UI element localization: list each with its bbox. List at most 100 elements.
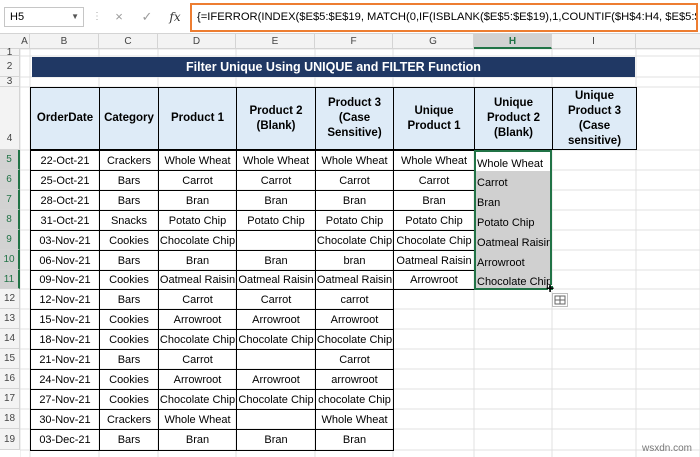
enter-icon[interactable]: ✓ xyxy=(138,7,156,27)
table-cell-p2[interactable]: Potato Chip xyxy=(236,210,316,231)
table-cell-p1[interactable]: Carrot xyxy=(158,349,237,370)
table-cell-p3[interactable]: chocolate Chip xyxy=(315,389,394,410)
table-cell-date[interactable]: 27-Nov-21 xyxy=(30,389,100,410)
table-cell-p2[interactable] xyxy=(236,230,316,251)
column-header-D[interactable]: D xyxy=(158,34,236,49)
row-header-19[interactable]: 19 xyxy=(0,429,20,450)
table-cell-u1[interactable]: Chocolate Chip xyxy=(393,230,475,251)
column-header-B[interactable]: B xyxy=(30,34,99,49)
table-cell-p3[interactable]: Carrot xyxy=(315,170,394,191)
fx-icon[interactable]: fx xyxy=(166,7,184,27)
table-cell-date[interactable]: 03-Nov-21 xyxy=(30,230,100,251)
row-header-12[interactable]: 12 xyxy=(0,289,20,309)
table-cell-p1[interactable]: Chocolate Chip xyxy=(158,389,237,410)
table-cell-date[interactable]: 03-Dec-21 xyxy=(30,429,100,451)
table-cell-p2[interactable]: Whole Wheat xyxy=(236,150,316,171)
table-cell-date[interactable]: 09-Nov-21 xyxy=(30,270,100,290)
row-header-3[interactable]: 3 xyxy=(0,77,20,87)
table-cell-p2[interactable] xyxy=(236,409,316,430)
row-header-10[interactable]: 10 xyxy=(0,250,20,270)
row-header-16[interactable]: 16 xyxy=(0,369,20,389)
row-header-17[interactable]: 17 xyxy=(0,389,20,409)
table-cell-cat[interactable]: Cookies xyxy=(99,230,159,251)
table-cell-p2[interactable]: Arrowroot xyxy=(236,369,316,390)
table-cell-p1[interactable]: Chocolate Chip xyxy=(158,329,237,350)
table-cell-cat[interactable]: Cookies xyxy=(99,309,159,330)
unique-product2-cell[interactable]: Bran xyxy=(475,191,552,211)
table-cell-date[interactable]: 15-Nov-21 xyxy=(30,309,100,330)
column-header-E[interactable]: E xyxy=(236,34,315,49)
table-cell-p2[interactable]: Oatmeal Raisin xyxy=(236,270,316,290)
table-cell-p2[interactable]: Chocolate Chip xyxy=(236,329,316,350)
table-cell-p2[interactable]: Arrowroot xyxy=(236,309,316,330)
table-cell-p3[interactable]: carrot xyxy=(315,289,394,310)
table-cell-cat[interactable]: Bars xyxy=(99,349,159,370)
column-header-A[interactable]: A xyxy=(20,34,30,49)
table-cell-date[interactable]: 24-Nov-21 xyxy=(30,369,100,390)
unique-product2-cell[interactable]: Potato Chip xyxy=(475,211,552,231)
table-cell-u1[interactable]: Oatmeal Raisin xyxy=(393,250,475,271)
unique-product2-cell[interactable]: Arrowroot xyxy=(475,251,552,271)
table-cell-p3[interactable]: Whole Wheat xyxy=(315,409,394,430)
row-header-8[interactable]: 8 xyxy=(0,210,20,230)
table-cell-date[interactable]: 21-Nov-21 xyxy=(30,349,100,370)
table-cell-date[interactable]: 25-Oct-21 xyxy=(30,170,100,191)
table-cell-date[interactable]: 28-Oct-21 xyxy=(30,190,100,211)
table-cell-p3[interactable]: Potato Chip xyxy=(315,210,394,231)
table-cell-p1[interactable]: Chocolate Chip xyxy=(158,230,237,251)
table-cell-date[interactable]: 06-Nov-21 xyxy=(30,250,100,271)
column-header-I[interactable]: I xyxy=(552,34,636,49)
row-header-1[interactable]: 1 xyxy=(0,48,20,58)
drag-handle-icon[interactable]: ⋮ xyxy=(92,9,102,25)
table-cell-p2[interactable]: Chocolate Chip xyxy=(236,389,316,410)
table-cell-p1[interactable]: Carrot xyxy=(158,289,237,310)
column-header-C[interactable]: C xyxy=(99,34,158,49)
table-cell-p3[interactable]: Chocolate Chip xyxy=(315,230,394,251)
row-header-6[interactable]: 6 xyxy=(0,170,20,190)
table-cell-cat[interactable]: Bars xyxy=(99,429,159,451)
row-header-7[interactable]: 7 xyxy=(0,190,20,210)
table-cell-cat[interactable]: Cookies xyxy=(99,389,159,410)
table-cell-p3[interactable]: Whole Wheat xyxy=(315,150,394,171)
table-cell-cat[interactable]: Cookies xyxy=(99,270,159,290)
row-header-18[interactable]: 18 xyxy=(0,409,20,429)
table-cell-cat[interactable]: Bars xyxy=(99,190,159,211)
table-cell-p3[interactable]: Carrot xyxy=(315,349,394,370)
unique-product2-cell[interactable]: Oatmeal Raisin xyxy=(475,231,552,251)
table-cell-date[interactable]: 31-Oct-21 xyxy=(30,210,100,231)
table-cell-u1[interactable]: Whole Wheat xyxy=(393,150,475,171)
row-header-15[interactable]: 15 xyxy=(0,349,20,369)
column-header-G[interactable]: G xyxy=(393,34,474,49)
table-cell-u1[interactable]: Bran xyxy=(393,190,475,211)
table-cell-p1[interactable]: Bran xyxy=(158,429,237,451)
table-cell-p1[interactable]: Oatmeal Raisin xyxy=(158,270,237,290)
cancel-icon[interactable]: × xyxy=(110,7,128,27)
table-cell-p1[interactable]: Potato Chip xyxy=(158,210,237,231)
table-cell-cat[interactable]: Crackers xyxy=(99,150,159,171)
row-header-2[interactable]: 2 xyxy=(0,56,20,77)
table-cell-p2[interactable]: Bran xyxy=(236,190,316,211)
table-cell-date[interactable]: 12-Nov-21 xyxy=(30,289,100,310)
chevron-down-icon[interactable]: ▼ xyxy=(71,8,79,26)
formula-input[interactable]: {=IFERROR(INDEX($E$5:$E$19, MATCH(0,IF(I… xyxy=(190,3,698,32)
table-cell-p1[interactable]: Bran xyxy=(158,250,237,271)
table-cell-p2[interactable]: Bran xyxy=(236,429,316,451)
table-cell-u1[interactable]: Arrowroot xyxy=(393,270,475,290)
table-cell-cat[interactable]: Cookies xyxy=(99,369,159,390)
table-cell-p1[interactable]: Bran xyxy=(158,190,237,211)
table-cell-cat[interactable]: Bars xyxy=(99,250,159,271)
table-cell-cat[interactable]: Crackers xyxy=(99,409,159,430)
table-cell-p1[interactable]: Arrowroot xyxy=(158,309,237,330)
table-cell-p3[interactable]: arrowroot xyxy=(315,369,394,390)
table-cell-cat[interactable]: Bars xyxy=(99,170,159,191)
table-cell-p3[interactable]: Bran xyxy=(315,429,394,451)
table-cell-p3[interactable]: Bran xyxy=(315,190,394,211)
row-header-11[interactable]: 11 xyxy=(0,270,20,289)
table-cell-cat[interactable]: Bars xyxy=(99,289,159,310)
table-cell-p1[interactable]: Whole Wheat xyxy=(158,409,237,430)
table-cell-p1[interactable]: Arrowroot xyxy=(158,369,237,390)
table-cell-u1[interactable]: Carrot xyxy=(393,170,475,191)
row-header-5[interactable]: 5 xyxy=(0,150,20,170)
unique-product2-cell[interactable]: Whole Wheat xyxy=(475,151,552,171)
table-cell-p2[interactable] xyxy=(236,349,316,370)
